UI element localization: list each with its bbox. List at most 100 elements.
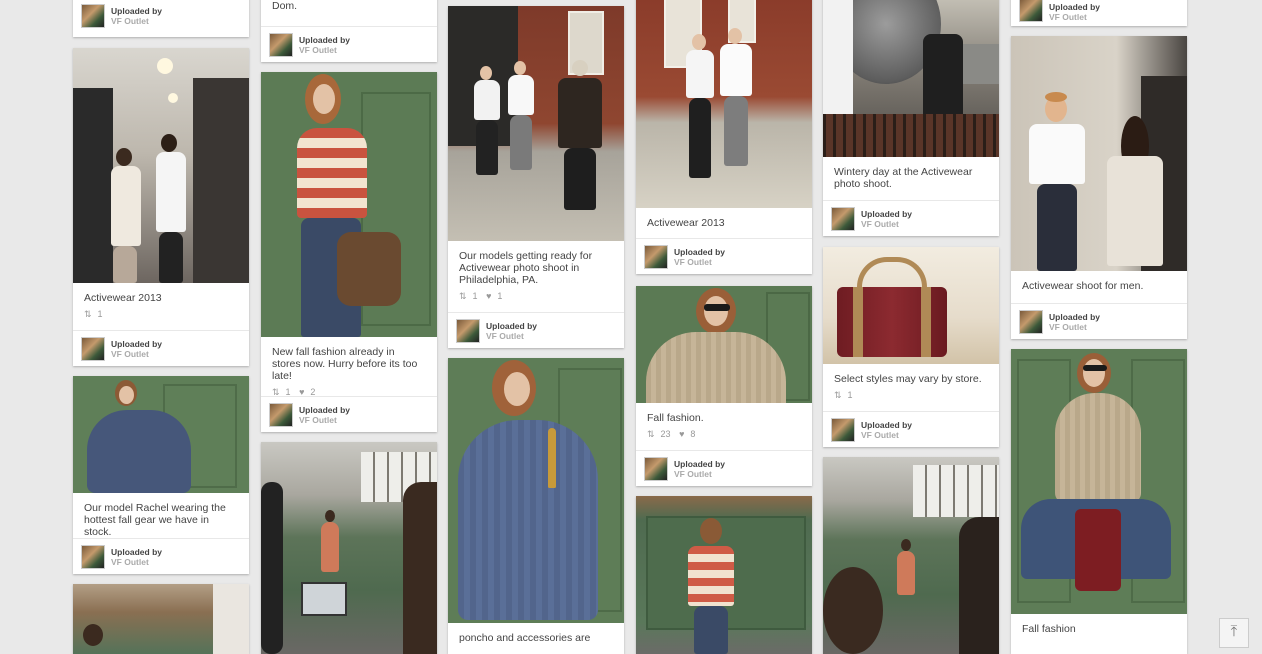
uploader-name[interactable]: VF Outlet	[1049, 12, 1100, 22]
uploader-name[interactable]: VF Outlet	[299, 415, 350, 425]
uploader-avatar[interactable]	[1019, 0, 1043, 22]
uploader-name[interactable]: VF Outlet	[674, 469, 725, 479]
uploader-info[interactable]: Uploaded by VF Outlet	[1011, 303, 1187, 339]
uploader-info[interactable]: Uploaded by VF Outlet	[448, 312, 624, 348]
pin-description: Fall fashion.	[647, 412, 704, 424]
uploader-info[interactable]: Uploaded by VF Outlet	[636, 238, 812, 274]
uploader-avatar[interactable]	[644, 456, 668, 481]
pin-card[interactable]: Our models getting ready for Activewear …	[448, 6, 624, 348]
pin-card[interactable]: Fall fashion. ⇅ 23 ♥ 8 Uploaded by VF Outl…	[636, 286, 812, 486]
pin-image-models-alley[interactable]	[448, 6, 624, 241]
uploader-info[interactable]: Uploaded by VF Outlet	[73, 330, 249, 366]
pin-description: Activewear shoot for men.	[1022, 280, 1144, 292]
uploader-name[interactable]: VF Outlet	[486, 331, 537, 341]
like-count: 8	[690, 429, 696, 439]
pin-image-knit-sweater[interactable]	[636, 286, 812, 403]
uploader-avatar[interactable]	[81, 336, 105, 361]
pin-description: Our models getting ready for Activewear …	[459, 250, 593, 286]
repin-count: 23	[660, 429, 671, 439]
pin-image-cable-poncho[interactable]	[448, 358, 624, 623]
pin-card[interactable]: Wintery day at the Activewear photo shoo…	[823, 0, 999, 236]
pin-card[interactable]: Our model Rachel wearing the hottest fal…	[73, 376, 249, 574]
uploaded-by-label: Uploaded by	[1049, 311, 1101, 322]
pin-card[interactable]: Uploaded by VF Outlet	[1011, 0, 1187, 26]
repin-count: 1	[97, 309, 103, 319]
uploaded-by-label: Uploaded by	[861, 208, 913, 219]
pin-description: Activewear 2013	[84, 292, 162, 304]
pin-card[interactable]: poncho and accessories are	[448, 358, 624, 654]
uploader-avatar[interactable]	[644, 244, 668, 269]
pin-image-fall-fashion-seated[interactable]	[1011, 349, 1187, 614]
uploader-avatar[interactable]	[81, 544, 105, 569]
pin-description: poncho and accessories are	[459, 632, 591, 644]
pin-description: Wintery day at the Activewear photo shoo…	[834, 166, 973, 190]
pin-description: Our model Rachel wearing the hottest fal…	[84, 502, 226, 538]
heart-icon: ♥	[486, 291, 492, 301]
pin-image-poncho-model[interactable]	[73, 376, 249, 493]
repin-count: 1	[847, 390, 853, 400]
pin-image-striped-bag-studio[interactable]	[636, 496, 812, 654]
uploader-name[interactable]: VF Outlet	[111, 16, 162, 26]
uploader-info[interactable]: Uploaded by VF Outlet	[261, 396, 437, 432]
uploader-avatar[interactable]	[456, 318, 480, 343]
uploader-avatar[interactable]	[81, 3, 105, 28]
pin-stats: ⇅ 1	[73, 307, 249, 326]
pin-stats: ⇅ 1	[823, 388, 999, 407]
uploaded-by-label: Uploaded by	[299, 404, 351, 415]
uploader-info[interactable]: Uploaded by VF Outlet	[73, 538, 249, 574]
uploaded-by-label: Uploaded by	[299, 34, 351, 45]
pin-card[interactable]	[823, 457, 999, 654]
uploader-avatar[interactable]	[831, 417, 855, 442]
repin-icon: ⇅	[834, 390, 842, 400]
pin-card[interactable]	[261, 442, 437, 654]
uploader-name[interactable]: VF Outlet	[111, 349, 162, 359]
arrow-up-to-top-icon: ⤒	[1230, 623, 1238, 640]
uploader-info[interactable]: Uploaded by VF Outlet	[261, 26, 437, 62]
pin-card[interactable]: Activewear shoot for men. Uploaded by VF…	[1011, 36, 1187, 339]
like-count: 1	[497, 291, 503, 301]
uploader-info[interactable]: Uploaded by VF Outlet	[636, 450, 812, 486]
pin-card[interactable]	[636, 496, 812, 654]
uploaded-by-label: Uploaded by	[486, 320, 538, 331]
uploader-info[interactable]: Uploaded by VF Outlet	[823, 200, 999, 236]
pin-image-photo-shoot[interactable]	[823, 0, 999, 157]
pin-image-behind-the-scenes[interactable]	[261, 442, 437, 654]
pin-card[interactable]: Activewear 2013 Uploaded by VF Outlet	[636, 0, 812, 274]
uploader-name[interactable]: VF Outlet	[674, 257, 725, 267]
uploader-name[interactable]: VF Outlet	[861, 219, 912, 229]
uploader-name[interactable]: VF Outlet	[861, 430, 912, 440]
heart-icon: ♥	[679, 429, 685, 439]
pin-image-fitting-room[interactable]	[73, 48, 249, 283]
repin-count: 1	[472, 291, 478, 301]
uploader-avatar[interactable]	[1019, 309, 1043, 334]
pin-image-activewear-duo[interactable]	[636, 0, 812, 208]
pin-description: Activewear 2013	[647, 217, 725, 229]
pin-image-red-handbag[interactable]	[823, 247, 999, 364]
repin-icon: ⇅	[84, 309, 92, 319]
uploaded-by-label: Uploaded by	[111, 5, 163, 16]
uploader-avatar[interactable]	[831, 206, 855, 231]
pin-image-set-workshop[interactable]	[823, 457, 999, 654]
uploader-avatar[interactable]	[269, 32, 293, 57]
pin-card[interactable]: Uploaded by VF Outlet	[73, 0, 249, 37]
pin-stats: ⇅ 1 ♥ 1	[448, 289, 624, 308]
uploader-name[interactable]: VF Outlet	[1049, 322, 1100, 332]
pin-image-striped-sweater[interactable]	[261, 72, 437, 337]
uploader-name[interactable]: VF Outlet	[299, 45, 350, 55]
uploaded-by-label: Uploaded by	[111, 338, 163, 349]
uploaded-by-label: Uploaded by	[674, 246, 726, 257]
pin-card[interactable]: Activewear 2013 ⇅ 1 Uploaded by VF Outlet	[73, 48, 249, 366]
uploader-info[interactable]: Uploaded by VF Outlet	[1011, 0, 1187, 26]
uploader-info[interactable]: Uploaded by VF Outlet	[823, 411, 999, 447]
pin-description: Select styles may vary by store.	[834, 373, 982, 385]
pin-card[interactable]: New fall fashion already in stores now. …	[261, 72, 437, 432]
uploader-avatar[interactable]	[269, 402, 293, 427]
pin-description: Dom.	[272, 0, 298, 12]
repin-icon: ⇅	[459, 291, 467, 301]
uploader-info[interactable]: Uploaded by VF Outlet	[73, 0, 249, 37]
pin-image-mens-activewear[interactable]	[1011, 36, 1187, 271]
pin-card[interactable]: Dom. Uploaded by VF Outlet	[261, 0, 437, 62]
pin-card[interactable]: Select styles may vary by store. ⇅ 1 Uplo…	[823, 247, 999, 447]
pin-card[interactable]: Fall fashion	[1011, 349, 1187, 654]
uploader-name[interactable]: VF Outlet	[111, 557, 162, 567]
